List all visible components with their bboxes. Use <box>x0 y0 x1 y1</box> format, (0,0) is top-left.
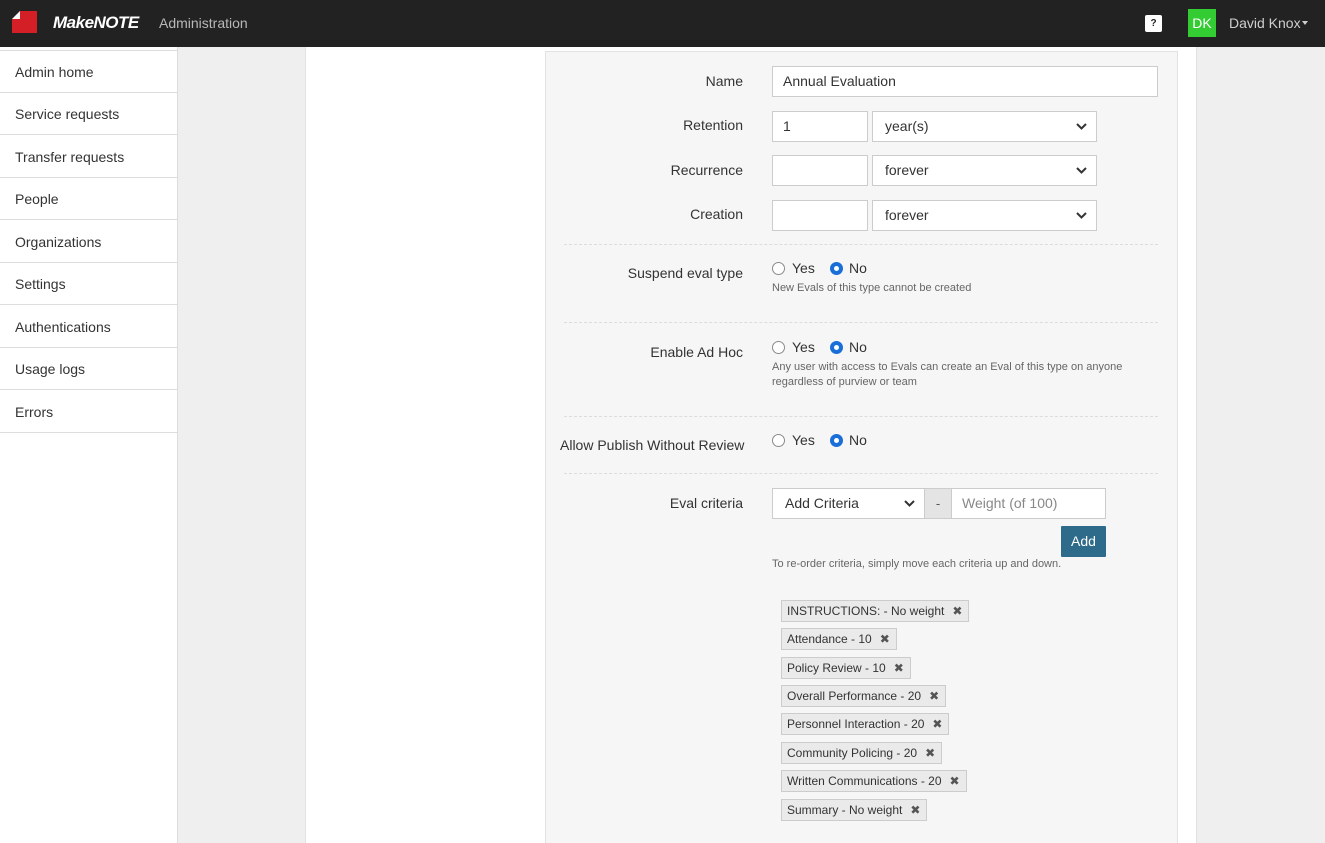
retention-unit-value: year(s) <box>885 118 929 134</box>
criteria-tag-label: Summary - No weight <box>787 803 903 817</box>
eval-criteria-label: Eval criteria <box>669 495 743 511</box>
adhoc-yes-label[interactable]: Yes <box>792 339 815 355</box>
suspend-no-label[interactable]: No <box>849 260 867 276</box>
criteria-tag[interactable]: Summary - No weight ✖ <box>781 799 928 821</box>
adhoc-help-text-line1: Any user with access to Evals can create… <box>772 361 1123 373</box>
publish-yes-label[interactable]: Yes <box>792 432 815 448</box>
criteria-select-value: Add Criteria <box>785 495 859 511</box>
suspend-yes-radio[interactable] <box>772 262 785 275</box>
criteria-tag-label: Attendance - 10 <box>787 632 872 646</box>
criteria-tag[interactable]: Overall Performance - 20 ✖ <box>781 685 947 707</box>
adhoc-yes-radio[interactable] <box>772 341 785 354</box>
criteria-select[interactable]: Add Criteria <box>772 488 925 519</box>
adhoc-help-text-line2: regardless of purview or team <box>772 376 917 388</box>
sidebar-item-organizations[interactable]: Organizations <box>0 221 177 263</box>
criteria-tag[interactable]: Written Communications - 20 ✖ <box>781 770 967 792</box>
sidebar-item-errors[interactable]: Errors <box>0 391 177 433</box>
retention-label: Retention <box>683 117 743 133</box>
weight-input[interactable]: Weight (of 100) <box>951 488 1106 519</box>
creation-label: Creation <box>690 206 743 222</box>
remove-icon[interactable]: ✖ <box>932 714 942 734</box>
criteria-help-text: To re-order criteria, simply move each c… <box>772 558 1062 570</box>
criteria-tag[interactable]: Personnel Interaction - 20 ✖ <box>781 713 950 735</box>
sidebar-item-service-requests[interactable]: Service requests <box>0 93 177 135</box>
criteria-tag-label: Policy Review - 10 <box>787 661 886 675</box>
remove-icon[interactable]: ✖ <box>950 771 960 791</box>
remove-icon[interactable]: ✖ <box>929 686 939 706</box>
adhoc-no-label[interactable]: No <box>849 339 867 355</box>
publish-no-label[interactable]: No <box>849 432 867 448</box>
suspend-no-radio[interactable] <box>830 262 843 275</box>
caret-down-icon[interactable] <box>1302 21 1308 25</box>
recurrence-label: Recurrence <box>670 162 743 178</box>
help-button[interactable]: ? <box>1145 15 1162 32</box>
remove-icon[interactable]: ✖ <box>952 601 962 621</box>
chevron-down-icon <box>1076 212 1087 219</box>
sidebar-item-usage-logs[interactable]: Usage logs <box>0 348 177 390</box>
chevron-down-icon <box>1076 167 1087 174</box>
name-input[interactable]: Annual Evaluation <box>772 66 1158 97</box>
remove-icon[interactable]: ✖ <box>910 800 920 820</box>
creation-input[interactable] <box>772 200 868 231</box>
section-divider <box>564 473 1158 474</box>
brand-name[interactable]: MakeNOTE <box>53 13 139 33</box>
sidebar-item-admin-home[interactable]: Admin home <box>0 51 177 93</box>
remove-icon[interactable]: ✖ <box>894 658 904 678</box>
remove-icon[interactable]: ✖ <box>925 743 935 763</box>
name-label: Name <box>705 73 743 89</box>
recurrence-unit-select[interactable]: forever <box>872 155 1097 186</box>
section-divider <box>564 416 1158 417</box>
remove-icon[interactable]: ✖ <box>880 629 890 649</box>
section-divider <box>564 322 1158 323</box>
add-criteria-button[interactable]: Add <box>1061 526 1106 557</box>
sidebar-item-settings[interactable]: Settings <box>0 263 177 305</box>
user-menu-name[interactable]: David Knox <box>1229 15 1301 31</box>
criteria-tag-label: Community Policing - 20 <box>787 746 918 760</box>
creation-unit-value: forever <box>885 207 929 223</box>
avatar[interactable]: DK <box>1188 9 1216 37</box>
adhoc-no-radio[interactable] <box>830 341 843 354</box>
sidebar-item-authentications[interactable]: Authentications <box>0 306 177 348</box>
criteria-tag[interactable]: Policy Review - 10 ✖ <box>781 657 911 679</box>
criteria-tag-label: INSTRUCTIONS: - No weight <box>787 604 945 618</box>
criteria-tag-label: Written Communications - 20 <box>787 774 942 788</box>
section-title[interactable]: Administration <box>159 15 248 31</box>
suspend-eval-type-label: Suspend eval type <box>627 265 743 281</box>
chevron-down-icon <box>904 500 915 507</box>
criteria-tag[interactable]: Community Policing - 20 ✖ <box>781 742 943 764</box>
retention-unit-select[interactable]: year(s) <box>872 111 1097 142</box>
criteria-tag-label: Overall Performance - 20 <box>787 689 922 703</box>
admin-sidebar: Admin home Service requests Transfer req… <box>0 47 178 843</box>
section-divider <box>564 244 1158 245</box>
publish-no-radio[interactable] <box>830 434 843 447</box>
criteria-separator: - <box>925 488 951 519</box>
publish-yes-radio[interactable] <box>772 434 785 447</box>
top-navbar: MakeNOTE Administration ? DK David Knox <box>0 0 1325 47</box>
enable-ad-hoc-label: Enable Ad Hoc <box>650 344 743 360</box>
criteria-tag[interactable]: Attendance - 10 ✖ <box>781 628 897 650</box>
recurrence-unit-value: forever <box>885 162 929 178</box>
chevron-down-icon <box>1076 123 1087 130</box>
sidebar-item-transfer-requests[interactable]: Transfer requests <box>0 136 177 178</box>
suspend-yes-label[interactable]: Yes <box>792 260 815 276</box>
allow-publish-label: Allow Publish Without Review <box>560 437 745 453</box>
criteria-tag-label: Personnel Interaction - 20 <box>787 717 925 731</box>
suspend-help-text: New Evals of this type cannot be created <box>772 282 972 294</box>
recurrence-input[interactable] <box>772 155 868 186</box>
retention-input[interactable]: 1 <box>772 111 868 142</box>
makenote-logo-icon[interactable] <box>12 11 37 33</box>
criteria-tag[interactable]: INSTRUCTIONS: - No weight ✖ <box>781 600 970 622</box>
sidebar-item-people[interactable]: People <box>0 178 177 220</box>
creation-unit-select[interactable]: forever <box>872 200 1097 231</box>
